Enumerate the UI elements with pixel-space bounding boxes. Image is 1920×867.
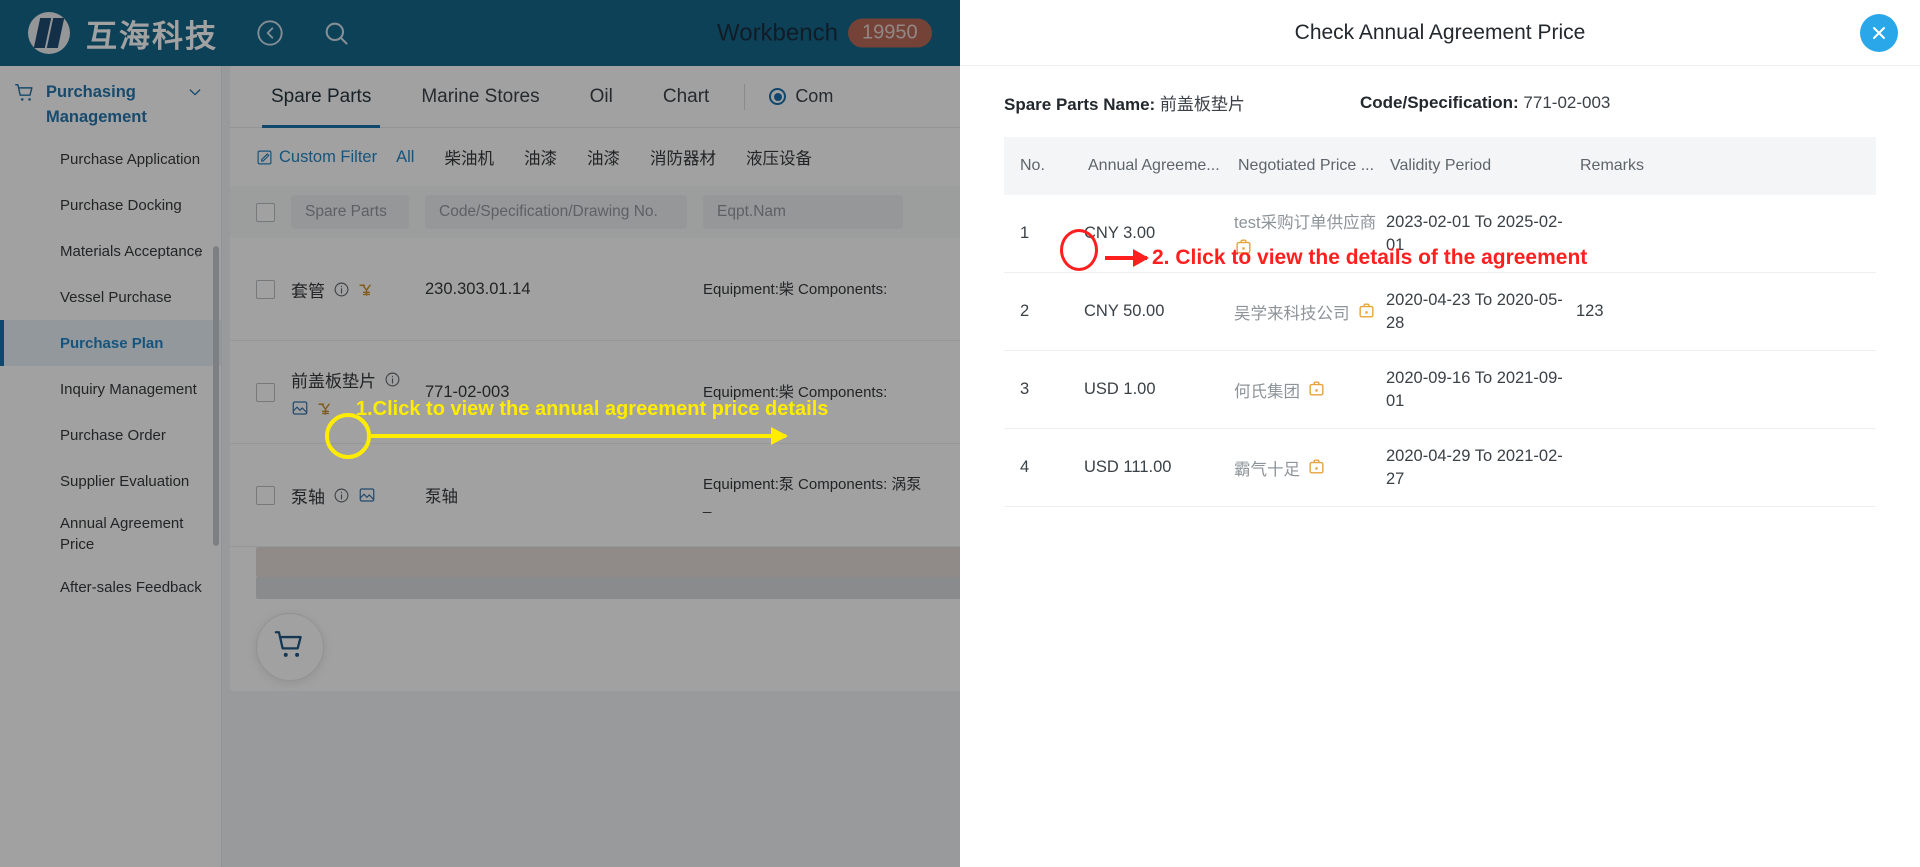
table-row[interactable]: 4 USD 111.00 霸气十足 2020-04-29 To 2021-02-… — [1004, 429, 1876, 507]
cell-amount: CNY 3.00 — [1084, 224, 1156, 242]
cell-no: 4 — [1020, 458, 1030, 476]
annual-agreement-price-modal: Check Annual Agreement Price Spare Parts… — [960, 0, 1920, 867]
table-header-row: No. Annual Agreeme... Negotiated Price .… — [1004, 137, 1876, 195]
supplier-name: 霸气十足 — [1234, 460, 1300, 479]
briefcase-icon[interactable] — [1234, 237, 1253, 258]
cell-validity: 2020-04-29 To 2021-02-27 — [1386, 446, 1563, 488]
close-icon[interactable] — [1860, 13, 1898, 52]
code-specification-field: Code/Specification: 771-02-003 — [1360, 93, 1610, 113]
cell-supplier: test采购订单供应商 — [1234, 209, 1386, 258]
modal-meta-row: Spare Parts Name: 前盖板垫片 Code/Specificati… — [960, 66, 1920, 131]
code-specification-label: Code/Specification: — [1360, 92, 1519, 112]
column-header-supplier: Negotiated Price ... — [1238, 157, 1375, 174]
column-header-remarks: Remarks — [1580, 157, 1645, 174]
spare-parts-name-field: Spare Parts Name: 前盖板垫片 — [1004, 90, 1360, 115]
supplier-name: test采购订单供应商 — [1234, 214, 1377, 232]
cell-no: 2 — [1020, 302, 1030, 320]
code-specification-value: 771-02-003 — [1523, 92, 1611, 112]
cell-supplier: 霸气十足 — [1234, 456, 1386, 480]
table-row[interactable]: 1 CNY 3.00 test采购订单供应商 2023-02-01 To 202… — [1004, 195, 1876, 273]
cell-validity: 2020-04-23 To 2020-05-28 — [1386, 290, 1563, 332]
cell-validity: 2023-02-01 To 2025-02-01 — [1386, 212, 1563, 254]
cell-amount: USD 1.00 — [1084, 380, 1156, 398]
briefcase-icon[interactable] — [1307, 379, 1326, 400]
spare-parts-name-label: Spare Parts Name: — [1004, 95, 1156, 114]
spare-parts-name-value: 前盖板垫片 — [1159, 95, 1245, 114]
modal-header: Check Annual Agreement Price — [960, 0, 1920, 66]
modal-title: Check Annual Agreement Price — [1294, 20, 1586, 44]
column-header-amount: Annual Agreeme... — [1088, 157, 1220, 174]
briefcase-icon[interactable] — [1357, 301, 1376, 322]
agreement-price-table: No. Annual Agreeme... Negotiated Price .… — [1004, 137, 1876, 507]
cell-no: 3 — [1020, 380, 1030, 398]
column-header-no: No. — [1020, 157, 1045, 174]
cell-supplier: 吴学来科技公司 — [1234, 300, 1386, 324]
cell-validity: 2020-09-16 To 2021-09-01 — [1386, 368, 1563, 410]
cell-amount: CNY 50.00 — [1084, 302, 1165, 320]
table-row[interactable]: 2 CNY 50.00 吴学来科技公司 2020-04-23 To 2020-0… — [1004, 273, 1876, 351]
supplier-name: 何氏集团 — [1234, 382, 1300, 401]
cell-remarks: 123 — [1576, 302, 1604, 320]
cell-supplier: 何氏集团 — [1234, 378, 1386, 402]
cell-amount: USD 111.00 — [1084, 458, 1172, 476]
cell-no: 1 — [1020, 224, 1030, 242]
briefcase-icon[interactable] — [1307, 457, 1326, 478]
supplier-name: 吴学来科技公司 — [1234, 304, 1350, 323]
table-row[interactable]: 3 USD 1.00 何氏集团 2020-09-16 To 2021-09-01 — [1004, 351, 1876, 429]
column-header-validity: Validity Period — [1390, 157, 1492, 174]
